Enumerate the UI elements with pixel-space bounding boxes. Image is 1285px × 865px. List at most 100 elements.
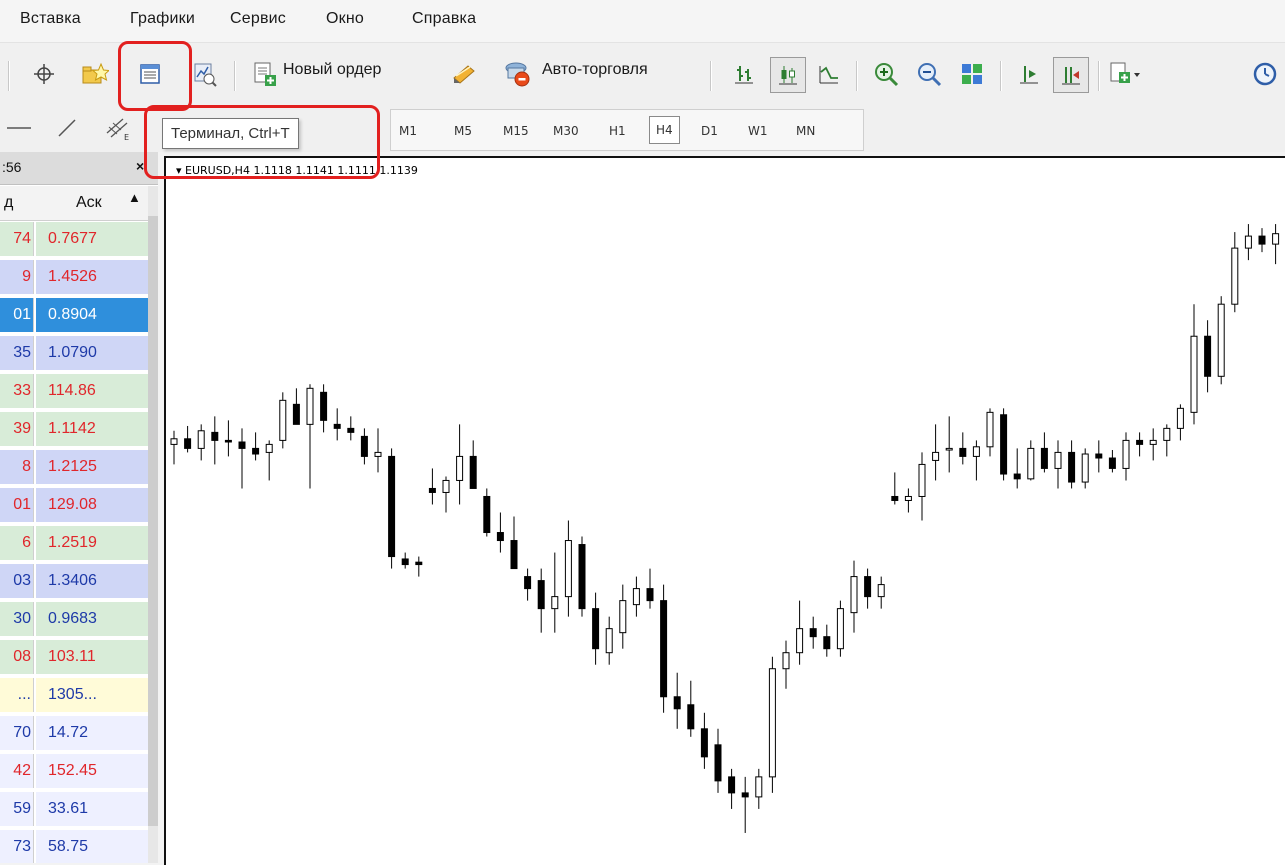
- horizontal-line-icon[interactable]: [2, 111, 36, 145]
- candle-bearish: [646, 588, 654, 602]
- column-bid[interactable]: д: [4, 194, 13, 212]
- trendline-icon[interactable]: [50, 111, 84, 145]
- market-watch-row[interactable]: 42 152.45: [0, 754, 148, 789]
- candlestick-icon[interactable]: [770, 57, 806, 93]
- market-watch-row[interactable]: 8 1.2125: [0, 450, 148, 485]
- candle-bullish: [986, 411, 994, 448]
- candle-bearish: [510, 540, 518, 570]
- indicators-icon[interactable]: [1108, 57, 1142, 91]
- market-watch-row[interactable]: 74 0.7677: [0, 222, 148, 257]
- menu-tools[interactable]: Сервис: [230, 10, 286, 28]
- period-h4[interactable]: H4: [649, 116, 680, 144]
- market-watch-row[interactable]: 59 33.61: [0, 792, 148, 827]
- period-mn[interactable]: MN: [796, 124, 815, 138]
- highlight-tooltip: [144, 105, 380, 179]
- autotrading-button[interactable]: Авто-торговля: [542, 61, 648, 79]
- candle-bearish: [1108, 457, 1116, 469]
- market-watch-row[interactable]: 35 1.0790: [0, 336, 148, 371]
- ask-value: 1.2519: [36, 526, 148, 560]
- candle-bullish: [1081, 453, 1089, 483]
- candle-bullish: [1217, 303, 1225, 377]
- menu-charts[interactable]: Графики: [130, 10, 195, 28]
- period-m15[interactable]: M15: [503, 124, 529, 138]
- candle-bearish: [728, 776, 736, 794]
- chart-window[interactable]: ▾ EURUSD,H4 1.1118 1.1141 1.1111 1.1139: [158, 152, 1285, 865]
- new-order-icon[interactable]: [248, 57, 282, 91]
- bid-value: ...: [0, 678, 34, 712]
- market-watch-row[interactable]: ... 1305...: [0, 678, 148, 713]
- strategy-tester-icon[interactable]: [188, 57, 222, 91]
- zoom-in-icon[interactable]: [869, 57, 903, 91]
- ask-value: 103.11: [36, 640, 148, 674]
- metaeditor-icon[interactable]: [447, 57, 481, 91]
- period-m30[interactable]: M30: [553, 124, 579, 138]
- bid-value: 73: [0, 830, 34, 863]
- zoom-out-icon[interactable]: [912, 57, 946, 91]
- candle-bearish: [1258, 235, 1266, 245]
- candle-bullish: [932, 451, 940, 461]
- menu-insert[interactable]: Вставка: [20, 10, 81, 28]
- market-watch-row[interactable]: 30 0.9683: [0, 602, 148, 637]
- ask-value: 1.3406: [36, 564, 148, 598]
- toolbar-separator: [1000, 61, 1002, 91]
- market-watch-row[interactable]: 39 1.1142: [0, 412, 148, 447]
- market-watch-row[interactable]: 33 114.86: [0, 374, 148, 409]
- period-w1[interactable]: W1: [748, 124, 768, 138]
- candle-bullish: [265, 443, 273, 453]
- market-watch-row[interactable]: 01 0.8904: [0, 298, 148, 333]
- ask-value: 33.61: [36, 792, 148, 826]
- line-chart-icon[interactable]: [812, 57, 846, 91]
- candle-bearish: [1204, 335, 1212, 377]
- candle-bearish: [823, 636, 831, 650]
- period-d1[interactable]: D1: [701, 124, 718, 138]
- period-h1[interactable]: H1: [609, 124, 626, 138]
- market-watch-header: д Аск ▲: [0, 186, 148, 221]
- scrollbar-thumb[interactable]: [148, 216, 158, 826]
- candle-bullish: [1244, 235, 1252, 249]
- market-watch-row[interactable]: 03 1.3406: [0, 564, 148, 599]
- candle-bearish: [360, 435, 368, 457]
- market-watch-row[interactable]: 9 1.4526: [0, 260, 148, 295]
- ask-value: 1.1142: [36, 412, 148, 446]
- candle-bullish: [1163, 427, 1171, 441]
- market-watch-row[interactable]: 6 1.2519: [0, 526, 148, 561]
- market-watch-row[interactable]: 08 103.11: [0, 640, 148, 675]
- ask-value: 152.45: [36, 754, 148, 788]
- candle-bearish: [238, 441, 246, 449]
- period-m5[interactable]: M5: [454, 124, 472, 138]
- menu-window[interactable]: Окно: [326, 10, 364, 28]
- chart-area[interactable]: ▾ EURUSD,H4 1.1118 1.1141 1.1111 1.1139: [164, 156, 1285, 865]
- bid-value: 33: [0, 374, 34, 408]
- favorites-icon[interactable]: [78, 57, 112, 91]
- candle-bearish: [660, 600, 668, 698]
- crosshair-icon[interactable]: [27, 57, 61, 91]
- market-watch-scrollbar[interactable]: [148, 186, 158, 863]
- candle-bullish: [1272, 233, 1280, 245]
- market-watch-row[interactable]: 70 14.72: [0, 716, 148, 751]
- period-m1[interactable]: M1: [399, 124, 417, 138]
- market-watch-row[interactable]: 73 58.75: [0, 830, 148, 863]
- periodicity-icon[interactable]: [1248, 57, 1282, 91]
- new-order-button[interactable]: Новый ордер: [283, 61, 381, 79]
- ask-value: 129.08: [36, 488, 148, 522]
- menu-help[interactable]: Справка: [412, 10, 476, 28]
- candle-bullish: [972, 446, 980, 457]
- ask-value: 1305...: [36, 678, 148, 712]
- candle-bearish: [1095, 453, 1103, 459]
- candle-bearish: [1013, 473, 1021, 480]
- bar-chart-icon[interactable]: [727, 57, 761, 91]
- auto-scroll-icon[interactable]: [1012, 57, 1046, 91]
- candle-bearish: [1000, 414, 1008, 475]
- market-watch-row[interactable]: 01 129.08: [0, 488, 148, 523]
- tile-windows-icon[interactable]: [955, 57, 989, 91]
- equidistant-channel-icon[interactable]: E: [100, 111, 134, 145]
- candle-bearish: [483, 495, 491, 534]
- candle-bullish: [782, 652, 790, 670]
- close-icon[interactable]: ×: [136, 158, 144, 174]
- autotrading-icon[interactable]: [500, 57, 534, 91]
- candle-bullish: [442, 479, 450, 493]
- scroll-up-icon[interactable]: ▲: [128, 190, 141, 205]
- column-ask[interactable]: Аск: [76, 194, 102, 212]
- chart-shift-icon[interactable]: [1053, 57, 1089, 93]
- candle-bearish: [891, 495, 899, 501]
